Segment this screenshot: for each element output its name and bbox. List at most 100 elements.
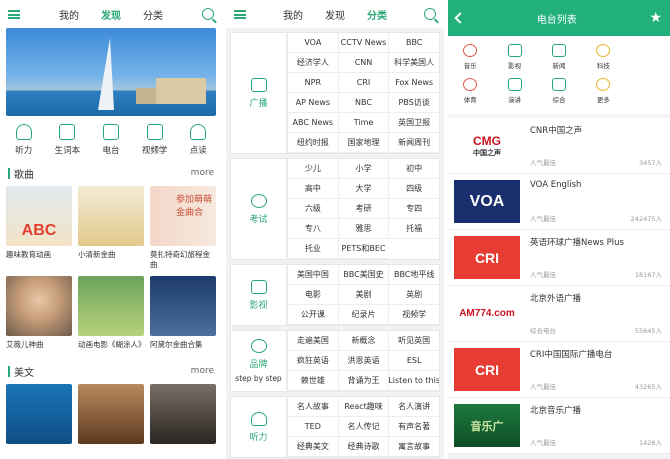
category-item[interactable]: BBC	[388, 33, 439, 53]
essay-card[interactable]	[150, 384, 216, 444]
menu-icon[interactable]	[8, 9, 20, 19]
category-item[interactable]: 六级	[287, 199, 338, 219]
song-card[interactable]: 参加萌萌 金曲合 莫扎特奇幻旅程金曲	[150, 186, 216, 270]
station-row[interactable]: CRI 英语环球广播News Plus 人气最佳 18167人	[448, 230, 670, 286]
category-item[interactable]: Time	[337, 113, 389, 133]
search-icon[interactable]	[424, 8, 436, 20]
category-item[interactable]: 公开课	[287, 305, 338, 325]
radio-category[interactable]: 音乐	[448, 40, 492, 74]
category-item[interactable]: 托业	[287, 239, 338, 259]
radio-category[interactable]: 综合	[537, 74, 581, 108]
category-item[interactable]: BBC美国史	[337, 265, 389, 285]
song-card[interactable]: 小清新金曲	[78, 186, 144, 270]
radio-category[interactable]: 新闻	[537, 40, 581, 74]
song-card[interactable]: 动画电影《糊涂人》	[78, 276, 144, 360]
category-item[interactable]: 听见英国	[388, 331, 439, 351]
station-row[interactable]: VOA VOA English 人气最佳 242475人	[448, 174, 670, 230]
category-item[interactable]: 小学	[337, 159, 389, 179]
category-item[interactable]: VOA	[287, 33, 338, 53]
back-icon[interactable]	[454, 12, 466, 24]
category-item[interactable]: 新概念	[337, 331, 389, 351]
category-item[interactable]: 赖世雄	[287, 371, 338, 391]
station-row[interactable]: CMG 中国之声 CNR中国之声 人气最佳 3457人	[448, 118, 670, 174]
category-item[interactable]: 疯狂英语	[287, 351, 338, 371]
category-item[interactable]: 纽约时报	[287, 133, 338, 153]
star-icon[interactable]: ★	[649, 11, 662, 25]
banner-image[interactable]	[6, 28, 216, 116]
category-item[interactable]: ESL	[388, 351, 439, 371]
category-item[interactable]: 国家地理	[337, 133, 389, 153]
category-item[interactable]: 英剧	[388, 285, 439, 305]
category-item[interactable]: 美国中国	[287, 265, 338, 285]
category-item[interactable]: 托福	[388, 219, 439, 239]
quick-read[interactable]: 点读	[190, 124, 207, 156]
category-item[interactable]: 寓言故事	[388, 437, 439, 457]
category-item[interactable]: 视频学	[388, 305, 439, 325]
category-item[interactable]: NBC	[337, 93, 389, 113]
category-extra-item[interactable]: step by step	[235, 374, 281, 383]
radio-category[interactable]: 体育	[448, 74, 492, 108]
quick-video[interactable]: 视频学	[142, 124, 167, 156]
category-item[interactable]: Listen to this	[388, 371, 439, 391]
radio-category[interactable]: 科技	[581, 40, 625, 74]
category-side[interactable]: 考试	[231, 159, 287, 259]
category-item[interactable]: 经典美文	[287, 437, 338, 457]
category-item[interactable]: CRI	[337, 73, 389, 93]
category-item[interactable]: 雅思	[337, 219, 389, 239]
category-item[interactable]: 经济学人	[287, 53, 338, 73]
category-item[interactable]: 四级	[388, 179, 439, 199]
category-item[interactable]: BBC地平线	[388, 265, 439, 285]
quick-radio[interactable]: 电台	[102, 124, 119, 156]
category-item[interactable]: CNN	[337, 53, 389, 73]
tab-mine[interactable]: 我的	[59, 7, 79, 22]
search-icon[interactable]	[202, 8, 214, 20]
category-item[interactable]: 考研	[337, 199, 389, 219]
category-item[interactable]: React趣味	[337, 397, 389, 417]
category-item[interactable]: 专四	[388, 199, 439, 219]
station-row[interactable]: CRI CRI中国国际广播电台 人气最佳 43265人	[448, 342, 670, 398]
song-card[interactable]: 阿黛尔金曲合集	[150, 276, 216, 360]
category-item[interactable]: 初中	[388, 159, 439, 179]
category-side[interactable]: 广播	[231, 33, 287, 153]
menu-icon[interactable]	[234, 9, 246, 19]
quick-listening[interactable]: 听力	[15, 124, 32, 156]
category-item[interactable]: CCTV News	[337, 33, 389, 53]
category-side[interactable]: 影视	[231, 265, 287, 325]
song-card[interactable]: 艾薇儿神曲	[6, 276, 72, 360]
category-item[interactable]: Fox News	[388, 73, 439, 93]
radio-category[interactable]: 影视	[492, 40, 536, 74]
tab-category[interactable]: 分类	[143, 7, 163, 22]
category-item[interactable]: 少儿	[287, 159, 338, 179]
station-row[interactable]: AM774.com 北京外语广播 综合电台 55645人	[448, 286, 670, 342]
category-item[interactable]: 名人演讲	[388, 397, 439, 417]
category-item[interactable]: 高中	[287, 179, 338, 199]
category-item[interactable]: 电影	[287, 285, 338, 305]
more-link[interactable]: more	[191, 366, 214, 376]
category-item[interactable]: 洪恩英语	[337, 351, 389, 371]
category-item[interactable]: 有声名著	[388, 417, 439, 437]
tab-category[interactable]: 分类	[367, 7, 387, 22]
more-link[interactable]: more	[191, 168, 214, 178]
category-item[interactable]: 新闻周刊	[388, 133, 439, 153]
tab-discover[interactable]: 发现	[101, 7, 121, 22]
category-item[interactable]: 经典诗歌	[337, 437, 389, 457]
tab-discover[interactable]: 发现	[325, 7, 345, 22]
category-item[interactable]: PBS访谈	[388, 93, 439, 113]
quick-vocab[interactable]: 生词本	[55, 124, 80, 156]
category-item[interactable]: TED	[287, 417, 338, 437]
station-row[interactable]: 音乐广 北京音乐广播 人气最佳 1426人	[448, 398, 670, 454]
category-item[interactable]: 美剧	[337, 285, 389, 305]
category-item[interactable]: 名人传记	[337, 417, 389, 437]
category-side[interactable]: 听力	[231, 397, 287, 457]
essay-card[interactable]	[6, 384, 72, 444]
category-item[interactable]: 科学美国人	[388, 53, 439, 73]
category-item[interactable]: 英国卫报	[388, 113, 439, 133]
category-item[interactable]: 专八	[287, 219, 338, 239]
category-item[interactable]: ABC News	[287, 113, 338, 133]
category-item[interactable]: 大学	[337, 179, 389, 199]
category-item[interactable]: 背诵为王	[337, 371, 389, 391]
radio-category[interactable]: 更多	[581, 74, 625, 108]
song-card[interactable]: ABC 趣味教育动画	[6, 186, 72, 270]
radio-category[interactable]: 演讲	[492, 74, 536, 108]
category-item[interactable]: 纪录片	[337, 305, 389, 325]
